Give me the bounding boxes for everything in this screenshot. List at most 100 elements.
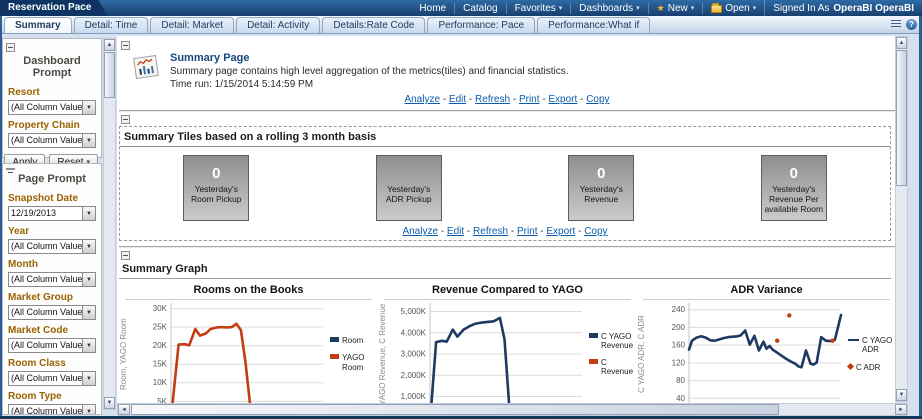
chart-title-rule bbox=[643, 299, 890, 300]
tab-detail-time[interactable]: Detail: Time bbox=[74, 17, 149, 33]
export-link[interactable]: Export bbox=[548, 94, 577, 105]
print-link[interactable]: Print bbox=[517, 226, 538, 237]
prompt-field-month: Month (All Column Value▼ bbox=[8, 259, 101, 287]
refresh-link[interactable]: Refresh bbox=[473, 226, 508, 237]
tile-yesterday-s-revenue[interactable]: 0Yesterday's Revenue bbox=[568, 155, 634, 221]
report-description: Summary page contains high level aggrega… bbox=[170, 66, 569, 79]
tab-summary[interactable]: Summary bbox=[4, 17, 72, 33]
prompt-label: Room Type bbox=[8, 391, 101, 402]
horizontal-scrollbar-thumb[interactable] bbox=[131, 404, 779, 415]
help-icon[interactable]: ? bbox=[906, 19, 917, 30]
dropdown-value: (All Column Value bbox=[9, 134, 82, 147]
market-group-dropdown[interactable]: (All Column Value▼ bbox=[8, 305, 96, 320]
horizontal-scrollbar[interactable]: ◄ ► bbox=[117, 403, 908, 416]
graph-section-title: Summary Graph bbox=[122, 263, 895, 275]
nav-item-open[interactable]: Open▾ bbox=[702, 3, 764, 14]
main-scrollbar-thumb[interactable] bbox=[896, 50, 907, 186]
page-options-icon[interactable] bbox=[891, 20, 901, 29]
nav-item-favorites[interactable]: Favorites▾ bbox=[506, 3, 571, 14]
tab-performance-pace[interactable]: Performance: Pace bbox=[427, 17, 535, 33]
nav-item-catalog[interactable]: Catalog bbox=[454, 3, 505, 14]
scroll-right-icon[interactable]: ► bbox=[895, 404, 907, 415]
legend-marker bbox=[330, 354, 339, 359]
main-scrollbar[interactable]: ▲ ▼ bbox=[895, 36, 908, 402]
prompt-label: Room Class bbox=[8, 358, 101, 369]
legend-marker bbox=[847, 363, 854, 370]
room-class-dropdown[interactable]: (All Column Value▼ bbox=[8, 371, 96, 386]
scroll-up-icon[interactable]: ▲ bbox=[104, 39, 115, 51]
chevron-down-icon: ▼ bbox=[82, 101, 95, 114]
nav-item-dashboards[interactable]: Dashboards▾ bbox=[570, 3, 647, 14]
tabbar-icons: ? bbox=[891, 19, 917, 33]
svg-text:25K: 25K bbox=[153, 323, 168, 332]
tab-details-rate-code[interactable]: Details:Rate Code bbox=[322, 17, 425, 33]
scroll-up-icon[interactable]: ▲ bbox=[896, 37, 907, 49]
snapshot-date-dropdown[interactable]: 12/19/2013▼ bbox=[8, 206, 96, 221]
scroll-down-icon[interactable]: ▼ bbox=[896, 389, 907, 401]
prompt-label: Property Chain bbox=[8, 120, 101, 131]
tiles-section-title: Summary Tiles based on a rolling 3 month… bbox=[120, 127, 890, 147]
nav-item-new[interactable]: ★New▾ bbox=[648, 3, 703, 14]
sidebar-scrollbar[interactable]: ▲ ▼ bbox=[103, 38, 116, 410]
legend-label: Room bbox=[342, 336, 363, 345]
signed-in-area: Signed In As OperaBI OperaBI bbox=[764, 0, 922, 16]
collapse-section-icon[interactable] bbox=[121, 41, 130, 50]
property-chain-dropdown[interactable]: (All Column Value▼ bbox=[8, 133, 96, 148]
scroll-down-icon[interactable]: ▼ bbox=[104, 397, 115, 409]
copy-link[interactable]: Copy bbox=[586, 94, 609, 105]
new-icon: ★ bbox=[657, 4, 665, 13]
chevron-down-icon: ▾ bbox=[636, 4, 640, 12]
prompt-panel-dashboard-prompt: Dashboard PromptResort(All Column Value▼… bbox=[2, 38, 102, 158]
year-dropdown[interactable]: (All Column Value▼ bbox=[8, 239, 96, 254]
collapse-panel-icon[interactable] bbox=[6, 168, 15, 170]
scroll-left-icon[interactable]: ◄ bbox=[118, 404, 130, 415]
collapse-section-icon[interactable] bbox=[121, 115, 130, 124]
resort-dropdown[interactable]: (All Column Value▼ bbox=[8, 100, 96, 115]
tile-value: 0 bbox=[790, 165, 798, 184]
chart-rooms-on-the-books: Rooms on the BooksRoom, YAGO Room5K10K15… bbox=[119, 281, 378, 403]
y-axis-label: YAGO Revenue, C Revenue bbox=[378, 303, 390, 403]
dashboard-title-tab[interactable]: Reservation Pace bbox=[0, 0, 107, 16]
tile-yesterday-s-revenue-per-available-room[interactable]: 0Yesterday's Revenue Per available Room bbox=[761, 155, 827, 221]
top-navigation-bar: Reservation Pace Home CatalogFavorites▾Da… bbox=[0, 0, 922, 16]
tile-yesterday-s-adr-pickup[interactable]: Yesterday's ADR Pickup bbox=[376, 155, 442, 221]
prompt-field-snapshot-date: Snapshot Date12/19/2013▼ bbox=[8, 193, 101, 221]
report-action-links: Analyze - Edit - Refresh - Print - Expor… bbox=[119, 94, 895, 105]
link-separator: - bbox=[508, 226, 517, 237]
tab-performance-what-if[interactable]: Performance:What if bbox=[537, 17, 650, 33]
svg-text:15K: 15K bbox=[153, 360, 168, 369]
prompt-field-market-code: Market Code(All Column Value▼ bbox=[8, 325, 101, 353]
svg-text:2,000K: 2,000K bbox=[401, 371, 427, 380]
export-link[interactable]: Export bbox=[546, 226, 575, 237]
prompt-label: Month bbox=[8, 259, 101, 270]
edit-link[interactable]: Edit bbox=[449, 94, 466, 105]
copy-link[interactable]: Copy bbox=[584, 226, 607, 237]
legend-marker bbox=[330, 337, 339, 342]
analyze-link[interactable]: Analyze bbox=[402, 226, 438, 237]
refresh-link[interactable]: Refresh bbox=[475, 94, 510, 105]
legend-item-c-adr: C ADR bbox=[848, 363, 895, 372]
legend-item-c-yago-adr: C YAGO ADR bbox=[848, 336, 895, 354]
chevron-down-icon: ▾ bbox=[691, 4, 695, 12]
svg-text:30K: 30K bbox=[153, 304, 168, 313]
tile-yesterday-s-room-pickup[interactable]: 0Yesterday's Room Pickup bbox=[183, 155, 249, 221]
edit-link[interactable]: Edit bbox=[447, 226, 464, 237]
collapse-panel-icon[interactable] bbox=[6, 43, 15, 52]
room-type-dropdown[interactable]: (All Column Value▼ bbox=[8, 404, 96, 415]
nav-item-label: Home bbox=[419, 3, 446, 14]
chart-canvas: 4080120160200240 bbox=[649, 303, 846, 403]
svg-text:80: 80 bbox=[676, 376, 685, 385]
print-link[interactable]: Print bbox=[519, 94, 540, 105]
tab-detail-activity[interactable]: Detail: Activity bbox=[236, 17, 320, 33]
analyze-link[interactable]: Analyze bbox=[404, 94, 440, 105]
legend-item-c-revenue: C Revenue bbox=[589, 358, 637, 376]
month-dropdown[interactable]: (All Column Value▼ bbox=[8, 272, 96, 287]
report-icon bbox=[131, 54, 161, 81]
tiles-section: Summary Tiles based on a rolling 3 month… bbox=[119, 126, 891, 241]
collapse-section-icon[interactable] bbox=[121, 251, 130, 260]
tab-detail-market[interactable]: Detail: Market bbox=[150, 17, 234, 33]
chart-title: Rooms on the Books bbox=[119, 281, 378, 299]
sidebar-scrollbar-thumb[interactable] bbox=[104, 52, 115, 98]
nav-item-home[interactable]: Home bbox=[411, 3, 454, 14]
market-code-dropdown[interactable]: (All Column Value▼ bbox=[8, 338, 96, 353]
